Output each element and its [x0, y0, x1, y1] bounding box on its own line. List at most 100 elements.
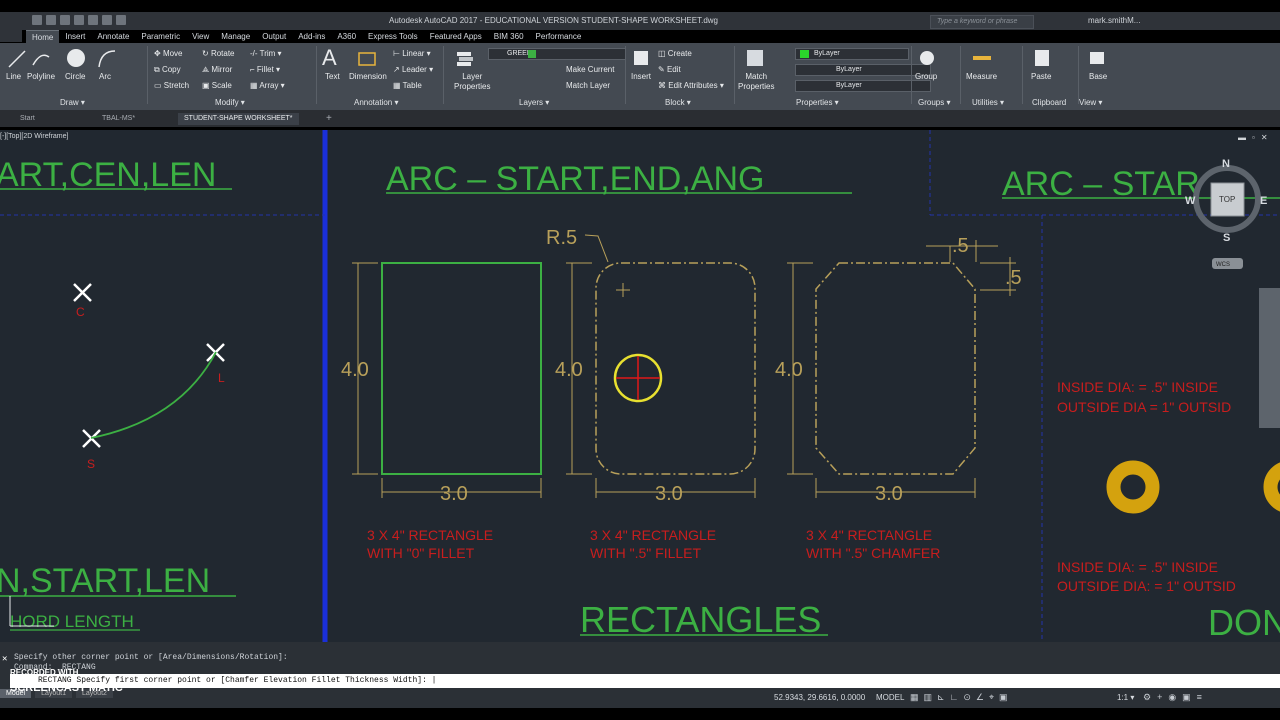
tab-performance[interactable]: Performance [530, 30, 588, 43]
layers-panel-title[interactable]: Layers ▾ [519, 98, 549, 107]
leader-button[interactable]: ↗ Leader ▾ [393, 65, 433, 74]
tab-a360[interactable]: A360 [331, 30, 362, 43]
scale-button[interactable]: ▣ Scale [202, 81, 232, 90]
tab-parametric[interactable]: Parametric [135, 30, 186, 43]
save-icon[interactable] [60, 15, 70, 25]
donut2-caption-line2: OUTSIDE DIA: = 1" OUTSID [1057, 578, 1236, 594]
base-button[interactable]: Base [1089, 72, 1107, 81]
paste-button[interactable]: Paste [1031, 72, 1051, 81]
circle-button[interactable]: Circle [65, 72, 85, 81]
table-button[interactable]: ▦ Table [393, 81, 422, 90]
annotation-panel-title[interactable]: Annotation ▾ [354, 98, 399, 107]
arc-button[interactable]: Arc [99, 72, 111, 81]
arc-shape [90, 351, 217, 439]
utilities-panel-title[interactable]: Utilities ▾ [972, 98, 1004, 107]
mirror-button[interactable]: ⟁ Mirror [202, 65, 232, 75]
tab-express-tools[interactable]: Express Tools [362, 30, 424, 43]
compass-south[interactable]: S [1223, 232, 1230, 244]
block-panel-title[interactable]: Block ▾ [665, 98, 691, 107]
drawing-canvas[interactable]: ART,CEN,LEN ARC – START,END,ANG ARC – ST… [0, 130, 1280, 642]
rotate-button[interactable]: ↻ Rotate [202, 49, 235, 58]
viewcube-top[interactable]: TOP [1219, 195, 1235, 204]
make-current-button[interactable]: Make Current [566, 65, 614, 74]
linear-button[interactable]: ⊢ Linear ▾ [393, 49, 431, 58]
fillet-icon: ⌐ [250, 65, 257, 74]
tab-bim-360[interactable]: BIM 360 [488, 30, 530, 43]
status-tools[interactable]: ⚙+◉▣≡ [1143, 692, 1208, 703]
layer-dropdown[interactable]: GREEN [488, 48, 626, 60]
new-tab-button[interactable]: + [320, 113, 338, 125]
donut2-caption-line1: INSIDE DIA: = .5" INSIDE [1057, 559, 1218, 575]
viewport-controls-label[interactable]: [-][Top][2D Wireframe] [0, 133, 68, 140]
measure-button[interactable]: Measure [966, 72, 997, 81]
user-name[interactable]: mark.smithM... [1088, 16, 1140, 25]
text-button[interactable]: Text [325, 72, 340, 81]
new-icon[interactable] [32, 15, 42, 25]
tab-insert[interactable]: Insert [59, 30, 91, 43]
match-layer-button[interactable]: Match Layer [566, 81, 610, 90]
view-panel-title[interactable]: View ▾ [1079, 98, 1102, 107]
copy-button[interactable]: ⧉ Copy [154, 65, 181, 75]
tab-view[interactable]: View [186, 30, 215, 43]
compass-east[interactable]: E [1260, 195, 1267, 207]
saveas-icon[interactable] [74, 15, 84, 25]
create-block-button[interactable]: ◫ Create [658, 49, 692, 58]
group-button[interactable]: Group [915, 72, 937, 81]
mirror-icon: ⟁ [202, 65, 212, 74]
stretch-button[interactable]: ▭ Stretch [154, 81, 189, 90]
edit-block-button[interactable]: ✎ Edit [658, 65, 681, 74]
layer-properties-icon [457, 52, 473, 66]
tab-annotate[interactable]: Annotate [91, 30, 135, 43]
move-button[interactable]: ✥ Move [154, 49, 183, 58]
groups-panel-title[interactable]: Groups ▾ [918, 98, 950, 107]
dimension-button[interactable]: Dimension [349, 72, 387, 81]
open-icon[interactable] [46, 15, 56, 25]
match-properties-button[interactable]: Match Properties [738, 72, 774, 92]
print-icon[interactable] [88, 15, 98, 25]
model-space-toggle[interactable]: MODEL [876, 693, 904, 702]
edit-icon: ✎ [658, 65, 667, 74]
navigation-bar[interactable] [1259, 288, 1280, 428]
wcs-menu[interactable]: WCS [1216, 262, 1230, 268]
tab-start[interactable]: Start [14, 113, 41, 125]
cursor-coordinates[interactable]: 52.9343, 29.6616, 0.0000 [774, 693, 865, 702]
properties-panel-title[interactable]: Properties ▾ [796, 98, 839, 107]
layer-properties-button[interactable]: Layer Properties [454, 72, 490, 92]
tab-output[interactable]: Output [256, 30, 292, 43]
tab-manage[interactable]: Manage [215, 30, 256, 43]
fillet-button[interactable]: ⌐ Fillet ▾ [250, 65, 280, 74]
measure-icon [973, 56, 991, 60]
attributes-icon: ⌘ [658, 81, 669, 90]
lower-left-title: N,START,LEN [0, 562, 210, 600]
draw-panel-title[interactable]: Draw ▾ [60, 98, 85, 107]
compass-west[interactable]: W [1185, 195, 1196, 207]
command-input[interactable]: RECTANG Specify first corner point or [C… [10, 674, 1280, 688]
color-dropdown[interactable]: ByLayer [795, 48, 909, 60]
annotation-scale[interactable]: 1:1 ▾ [1117, 693, 1134, 702]
undo-icon[interactable] [102, 15, 112, 25]
modify-panel-title[interactable]: Modify ▾ [215, 98, 245, 107]
edit-attributes-button[interactable]: ⌘ Edit Attributes ▾ [658, 81, 724, 90]
tab-tbal[interactable]: TBAL-MS* [96, 113, 141, 125]
line-button[interactable]: Line [6, 72, 21, 81]
arc-icon [98, 50, 116, 68]
compass-north[interactable]: N [1222, 158, 1230, 170]
match-properties-icon [747, 50, 763, 66]
tab-home[interactable]: Home [26, 30, 60, 43]
tab-add-ins[interactable]: Add-ins [292, 30, 331, 43]
search-input[interactable]: Type a keyword or phrase [930, 15, 1034, 29]
viewport-window-buttons[interactable]: ▬▫✕ [1238, 133, 1274, 142]
insert-button[interactable]: Insert [631, 72, 651, 81]
trim-button[interactable]: -/- Trim ▾ [250, 49, 282, 58]
clipboard-panel-title[interactable]: Clipboard [1032, 98, 1066, 107]
move-icon: ✥ [154, 49, 163, 58]
dim-width-3: 3.0 [875, 483, 903, 505]
group-icon [920, 51, 934, 65]
tab-student-shape-worksheet[interactable]: STUDENT-SHAPE WORKSHEET* [178, 113, 299, 125]
array-button[interactable]: ▦ Array ▾ [250, 81, 285, 90]
close-command-icon[interactable]: ✕ [2, 654, 7, 664]
drafting-toggles[interactable]: ▦▥⊾∟⊙∠⌖▣ [910, 692, 1013, 703]
polyline-button[interactable]: Polyline [27, 72, 55, 81]
redo-icon[interactable] [116, 15, 126, 25]
tab-featured-apps[interactable]: Featured Apps [424, 30, 488, 43]
